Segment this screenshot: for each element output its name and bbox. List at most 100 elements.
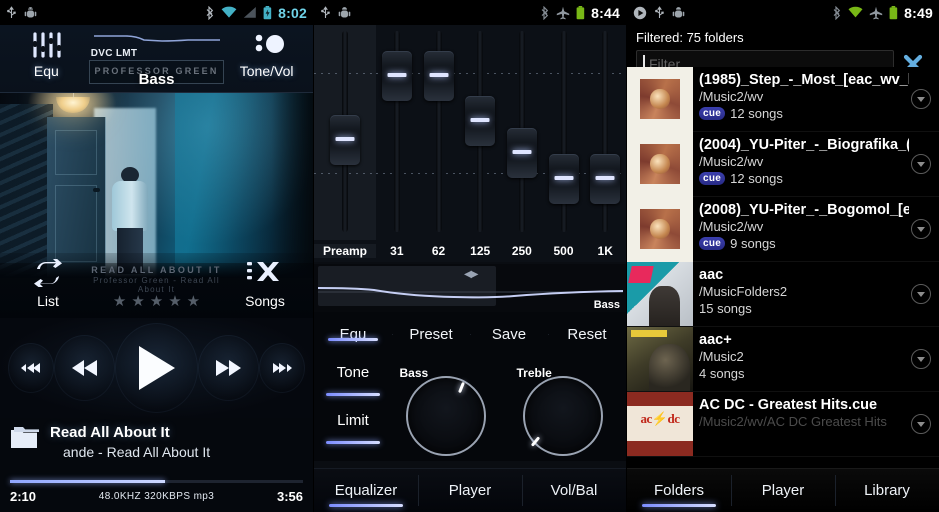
- rewind-button[interactable]: [54, 335, 115, 401]
- star-2[interactable]: ★: [131, 294, 144, 309]
- folder-list[interactable]: (1985)_Step_-_Most_[eac_wv_l /Music2/wv …: [627, 67, 939, 468]
- eq-slider-125[interactable]: [459, 25, 502, 240]
- star-4[interactable]: ★: [168, 294, 181, 309]
- chevron-down-icon[interactable]: [911, 414, 931, 434]
- tab-equalizer[interactable]: Equalizer: [314, 469, 418, 512]
- bass-knob[interactable]: [405, 376, 486, 456]
- eq-slider-31[interactable]: [376, 25, 418, 240]
- star-3[interactable]: ★: [150, 294, 163, 309]
- list-item[interactable]: (2004)_YU-Piter_-_Biografika_( /Music2/w…: [627, 131, 939, 197]
- eq-thumb[interactable]: [590, 154, 621, 204]
- track-marquee-title: READ ALL ABOUT IT: [91, 265, 222, 275]
- reset-button[interactable]: Reset: [548, 326, 626, 343]
- skip-previous-icon: [21, 363, 41, 373]
- folder-path: /Music2/wv: [699, 219, 764, 234]
- battery-charging-icon: [263, 5, 272, 19]
- rating-stars[interactable]: ★ ★ ★ ★ ★: [84, 294, 229, 309]
- wifi-icon: [221, 6, 237, 18]
- album-thumbnail: [627, 327, 693, 391]
- album-art[interactable]: [0, 93, 313, 278]
- list-item[interactable]: ac⚡dc AC DC - Greatest Hits.cue /Music2/…: [627, 392, 939, 457]
- transport-controls: [0, 318, 313, 418]
- eq-slider-1k[interactable]: [584, 25, 626, 240]
- list-item[interactable]: aac /MusicFolders2 15 songs: [627, 262, 939, 327]
- tonevol-button[interactable]: Tone/Vol: [230, 29, 303, 79]
- band-label-preamp: Preamp: [314, 244, 376, 258]
- equalizer-tabbar: Equalizer Player Vol/Bal: [314, 468, 626, 512]
- eq-response-curve[interactable]: ◀▶ Bass: [314, 264, 626, 312]
- preset-button[interactable]: Preset: [392, 326, 470, 343]
- battery-icon: [889, 5, 898, 19]
- list-item[interactable]: (2008)_YU-Piter_-_Bogomol_[e /Music2/wv …: [627, 196, 939, 262]
- player-center-display[interactable]: DVC LMT PROFESSOR GREEN Bass: [83, 29, 230, 88]
- eq-slider-62[interactable]: [417, 25, 460, 240]
- eq-thumb[interactable]: [381, 50, 412, 101]
- tab-equalizer-label: Equalizer: [334, 482, 398, 499]
- thumbnail-cell: [627, 196, 693, 262]
- panel-player: 8:02 Equ DVC LMT PROFESSOR GREEN Bass To…: [0, 0, 313, 512]
- eq-thumb[interactable]: [465, 95, 496, 146]
- time-row: 2:10 48.0KHZ 320KBPS mp3 3:56: [10, 489, 303, 504]
- eq-thumb[interactable]: [330, 115, 360, 166]
- play-button[interactable]: [115, 323, 199, 413]
- chevron-down-icon[interactable]: [911, 284, 931, 304]
- statusbar-left-icons-eq: [320, 5, 351, 20]
- tone-button[interactable]: Tone: [314, 358, 392, 406]
- statusbar-right-icons-eq: 8:44: [541, 5, 620, 21]
- filtered-count-label: Filtered: 75 folders: [636, 30, 744, 45]
- folder-path: /Music2/wv/AC DC Greatest Hits: [699, 414, 887, 429]
- limit-button[interactable]: Limit: [314, 406, 392, 454]
- list-item[interactable]: (1985)_Step_-_Most_[eac_wv_l /Music2/wv …: [627, 67, 939, 132]
- list-button[interactable]: List: [12, 257, 84, 309]
- save-button[interactable]: Save: [470, 326, 548, 343]
- star-1[interactable]: ★: [113, 294, 126, 309]
- songs-button[interactable]: Songs: [229, 259, 301, 309]
- eq-thumb[interactable]: [423, 50, 454, 101]
- now-playing[interactable]: Read All About It ande - Read All About …: [0, 418, 313, 480]
- chevron-down-icon[interactable]: [911, 349, 931, 369]
- seek-area: 2:10 48.0KHZ 320KBPS mp3 3:56: [10, 480, 303, 504]
- equalizer-tone-section: Tone Limit Bass Treble: [314, 356, 626, 461]
- tone-side-buttons: Tone Limit: [314, 356, 392, 461]
- band-label-500: 500: [553, 244, 574, 258]
- chevron-down-icon[interactable]: [911, 89, 931, 109]
- equ-tab-button[interactable]: Equ: [314, 326, 392, 343]
- band-label-125: 125: [470, 244, 491, 258]
- folder-meta: 15 songs: [699, 301, 909, 316]
- tab-volbal[interactable]: Vol/Bal: [522, 469, 626, 512]
- tab-player-folders[interactable]: Player: [731, 469, 835, 512]
- eq-slider-250[interactable]: [501, 25, 543, 240]
- skip-next-button[interactable]: [258, 343, 306, 393]
- treble-knob-indicator: [530, 436, 540, 447]
- chevron-down-icon[interactable]: [911, 154, 931, 174]
- treble-knob[interactable]: [522, 376, 603, 456]
- folder-path: /Music2/wv: [699, 154, 764, 169]
- eq-slider-preamp[interactable]: [314, 25, 376, 240]
- star-5[interactable]: ★: [187, 294, 200, 309]
- cue-badge: cue: [699, 107, 726, 120]
- statusbar-equalizer: 8:44: [314, 0, 626, 25]
- limit-underline: [326, 441, 380, 444]
- chevron-down-icon[interactable]: [911, 219, 931, 239]
- tab-player-label: Player: [761, 482, 805, 499]
- list-item[interactable]: aac+ /Music2 4 songs: [627, 327, 939, 392]
- eq-thumb[interactable]: [506, 128, 537, 179]
- equ-button[interactable]: Equ: [10, 29, 83, 79]
- folder-title: (2004)_YU-Piter_-_Biografika_(: [699, 137, 909, 153]
- tab-folders[interactable]: Folders: [627, 469, 731, 512]
- fast-forward-button[interactable]: [198, 335, 259, 401]
- skip-previous-button[interactable]: [8, 343, 55, 393]
- tone-underline: [326, 393, 380, 396]
- tab-library[interactable]: Library: [835, 469, 939, 512]
- folders-tabbar: Folders Player Library: [627, 468, 939, 512]
- tab-player[interactable]: Player: [418, 469, 522, 512]
- eq-thumb[interactable]: [548, 154, 579, 204]
- album-art-wall: [175, 93, 313, 278]
- statusbar-clock: 8:02: [278, 4, 307, 21]
- panel-folders: 8:49 Filtered: 75 folders Filter (1985)_…: [626, 0, 939, 512]
- signal-icon: [243, 7, 256, 18]
- seek-bar[interactable]: [10, 480, 303, 483]
- statusbar-left-icons-fold: [633, 5, 685, 20]
- eq-slider-500[interactable]: [542, 25, 585, 240]
- usb-icon: [655, 5, 664, 18]
